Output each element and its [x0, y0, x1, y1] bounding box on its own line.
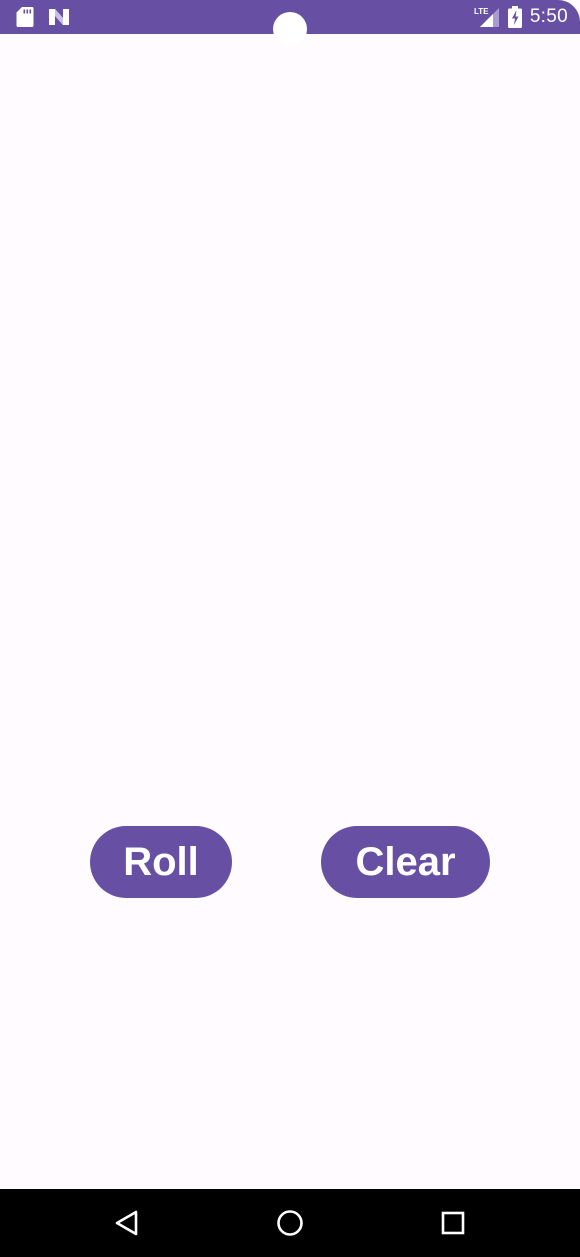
- navigation-bar: [0, 1189, 580, 1257]
- status-bar: LTE 5:50: [0, 0, 580, 46]
- button-row: Roll Clear: [0, 826, 580, 898]
- n-logo-icon: [48, 8, 70, 26]
- sd-card-icon: [16, 6, 34, 28]
- clear-button[interactable]: Clear: [321, 826, 490, 898]
- status-time: 5:50: [529, 6, 568, 27]
- recents-button[interactable]: [433, 1203, 473, 1243]
- home-button[interactable]: [270, 1203, 310, 1243]
- roll-button[interactable]: Roll: [90, 826, 232, 898]
- recents-icon: [440, 1210, 466, 1236]
- home-icon: [276, 1209, 304, 1237]
- battery-charging-icon: [507, 6, 522, 28]
- camera-cutout: [273, 12, 307, 46]
- back-button[interactable]: [107, 1203, 147, 1243]
- status-left-icons: [16, 6, 70, 28]
- back-icon: [114, 1209, 140, 1237]
- status-right-icons: LTE 5:50: [474, 4, 568, 30]
- lte-signal-icon: LTE: [474, 6, 500, 28]
- network-type-label: LTE: [474, 7, 489, 16]
- app-screen: LTE 5:50 Roll Clear: [0, 0, 580, 1257]
